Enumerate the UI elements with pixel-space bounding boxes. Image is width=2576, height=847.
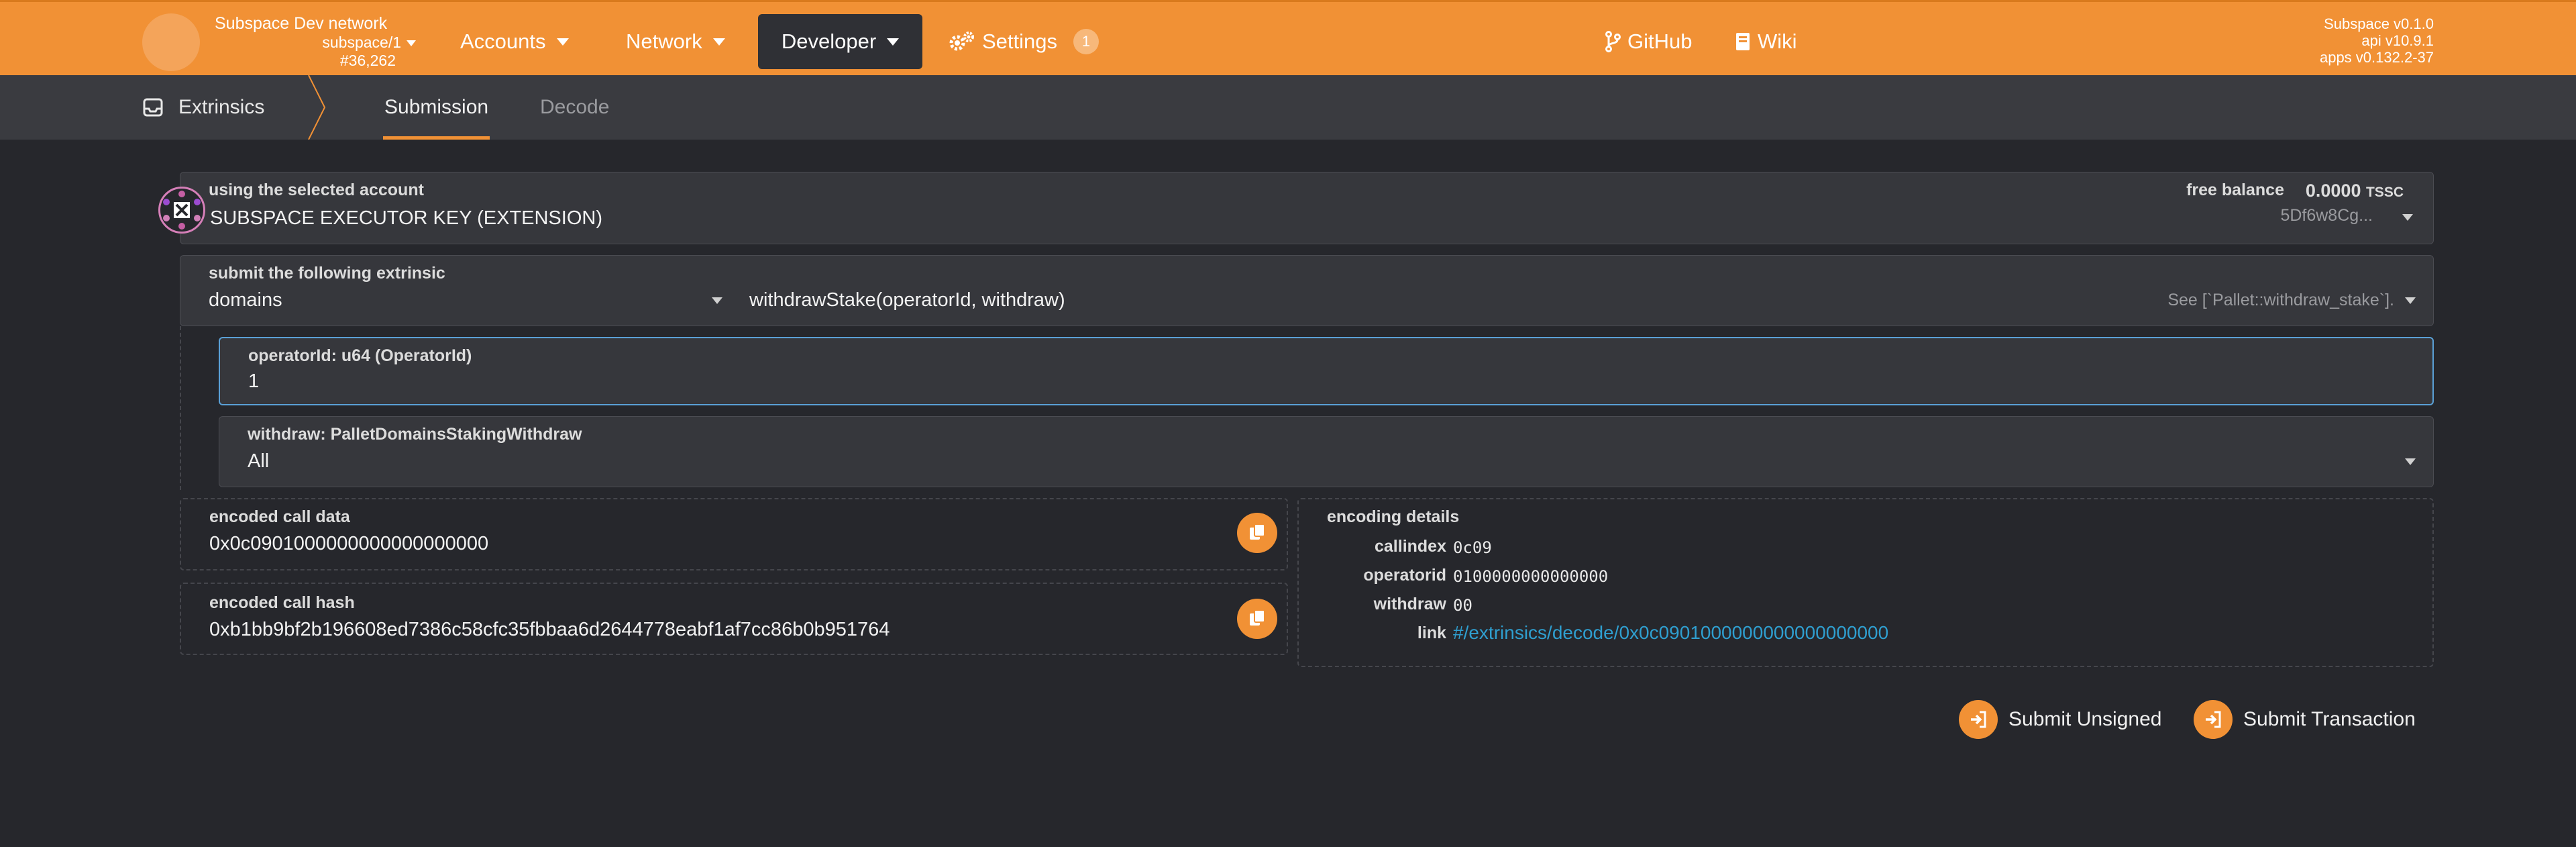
account-address: 5Df6w8Cg...	[2280, 206, 2373, 225]
tab-decode-label: Decode	[540, 96, 610, 118]
pallet-value: domains	[209, 289, 282, 311]
breadcrumb-chevron-icon	[308, 75, 326, 140]
params-indent	[180, 326, 217, 490]
code-branch-icon	[1605, 31, 1621, 52]
submit-transaction-button[interactable]: Submit Transaction	[2194, 699, 2416, 740]
apps-version: apps v0.132.2-37	[2319, 49, 2434, 66]
operatorid-value: 1	[248, 370, 260, 392]
copy-icon	[1250, 524, 1265, 540]
copy-call-data-button[interactable]	[1237, 513, 1277, 553]
top-bar: Subspace Dev network subspace/1 #36,262 …	[0, 0, 2576, 75]
method-dropdown[interactable]: withdrawStake(operatorId, withdraw) See …	[736, 256, 2433, 326]
nav-github-label: GitHub	[1627, 30, 1693, 53]
withdraw-label: withdraw: PalletDomainsStakingWithdraw	[248, 425, 582, 444]
nav-developer-label: Developer	[781, 30, 877, 53]
runtime-version: Subspace v0.1.0	[2324, 15, 2434, 32]
copy-call-hash-button[interactable]	[1237, 599, 1277, 639]
account-identicon[interactable]	[158, 187, 205, 234]
operatorid-encoded-value: 0100000000000000	[1453, 567, 1609, 586]
book-icon	[1736, 33, 1750, 50]
chevron-down-icon	[712, 38, 725, 46]
version-info: Subspace v0.1.0 api v10.9.1 apps v0.132.…	[2320, 15, 2434, 66]
withdraw-key: withdraw	[1373, 595, 1446, 613]
chevron-down-icon	[712, 297, 722, 304]
section-title-label: Extrinsics	[178, 96, 265, 118]
link-key: link	[1417, 624, 1446, 642]
balance-amount: 0.0000	[2305, 181, 2361, 201]
decode-link[interactable]: #/extrinsics/decode/0x0c0901000000000000…	[1453, 622, 1888, 644]
best-block: #36,262	[339, 52, 396, 69]
encoded-call-hash-value: 0xb1bb9bf2b196608ed7386c58cfc35fbbaa6d26…	[209, 619, 890, 640]
copy-icon	[1250, 609, 1265, 626]
chevron-down-icon	[556, 38, 569, 46]
tab-submission[interactable]: Submission	[382, 75, 490, 140]
encoding-details: encoding details callindex 0c09 operator…	[1297, 498, 2434, 667]
encoded-call-data: encoded call data 0x0c090100000000000000…	[180, 498, 1288, 570]
account-selector[interactable]: using the selected account SUBSPACE EXEC…	[180, 172, 2434, 244]
sub-nav: Extrinsics Submission Decode	[0, 75, 2576, 140]
chevron-down-icon	[2402, 214, 2413, 221]
balance-unit: TSSC	[2365, 185, 2404, 200]
encoding-details-label: encoding details	[1327, 507, 1460, 526]
chain-selector[interactable]: Subspace Dev network subspace/1 #36,262	[215, 13, 416, 70]
operatorid-label: operatorId: u64 (OperatorId)	[248, 346, 472, 365]
encoded-call-data-label: encoded call data	[209, 507, 350, 526]
encoded-call-hash: encoded call hash 0xb1bb9bf2b196608ed738…	[180, 583, 1288, 655]
submit-unsigned-label: Submit Unsigned	[2008, 708, 2162, 730]
nav-developer[interactable]: Developer	[758, 14, 922, 69]
chevron-down-icon	[2405, 297, 2416, 304]
settings-badge: 1	[1073, 29, 1099, 54]
chain-logo[interactable]	[142, 13, 200, 71]
chain-name: subspace/1	[322, 34, 401, 51]
submit-transaction-label: Submit Transaction	[2243, 708, 2416, 730]
callindex-key: callindex	[1375, 537, 1446, 556]
nav-github[interactable]: GitHub	[1605, 14, 1692, 69]
network-name: Subspace Dev network	[215, 14, 388, 33]
tab-decode[interactable]: Decode	[540, 75, 609, 140]
encoded-call-hash-label: encoded call hash	[209, 593, 355, 612]
account-label: using the selected account	[209, 181, 424, 199]
nav-accounts-label: Accounts	[460, 30, 546, 53]
callindex-value: 0c09	[1453, 538, 1492, 557]
withdraw-value: All	[248, 450, 270, 472]
nav-settings-label: Settings	[982, 30, 1058, 53]
nav-network[interactable]: Network	[626, 14, 725, 69]
submit-unsigned-button[interactable]: Submit Unsigned	[1959, 699, 2161, 740]
free-balance-value: 0.0000 TSSC	[2306, 181, 2404, 201]
pallet-dropdown[interactable]: domains	[180, 256, 736, 326]
encoded-call-data-value: 0x0c0901000000000000000000	[209, 533, 489, 554]
nav-wiki[interactable]: Wiki	[1735, 14, 1797, 69]
nav-settings[interactable]: Settings 1	[949, 14, 1099, 69]
withdraw-encoded-value: 00	[1453, 596, 1472, 615]
chevron-down-icon	[887, 38, 900, 46]
extrinsic-selector: submit the following extrinsic domains w…	[180, 255, 2434, 326]
sign-in-icon	[2194, 700, 2233, 739]
nav-network-label: Network	[626, 30, 702, 53]
nav-accounts[interactable]: Accounts	[460, 14, 569, 69]
withdraw-select[interactable]: withdraw: PalletDomainsStakingWithdraw A…	[219, 416, 2434, 487]
account-name: SUBSPACE EXECUTOR KEY (EXTENSION)	[210, 207, 602, 229]
sign-in-icon	[1959, 700, 1998, 739]
gears-icon	[949, 31, 975, 52]
free-balance-label: free balance	[2186, 181, 2284, 199]
operatorid-input[interactable]: operatorId: u64 (OperatorId) 1	[219, 337, 2434, 405]
section-title: Extrinsics	[142, 75, 264, 140]
method-doc: See [`Pallet::withdraw_stake`].	[2167, 291, 2394, 309]
api-version: api v10.9.1	[2361, 32, 2434, 49]
inbox-icon	[143, 98, 163, 117]
chevron-down-icon	[407, 40, 416, 47]
method-value: withdrawStake(operatorId, withdraw)	[749, 289, 1065, 311]
nav-wiki-label: Wiki	[1758, 30, 1797, 53]
operatorid-key: operatorid	[1363, 566, 1446, 585]
chevron-down-icon	[2405, 458, 2416, 465]
tab-submission-label: Submission	[384, 96, 489, 118]
